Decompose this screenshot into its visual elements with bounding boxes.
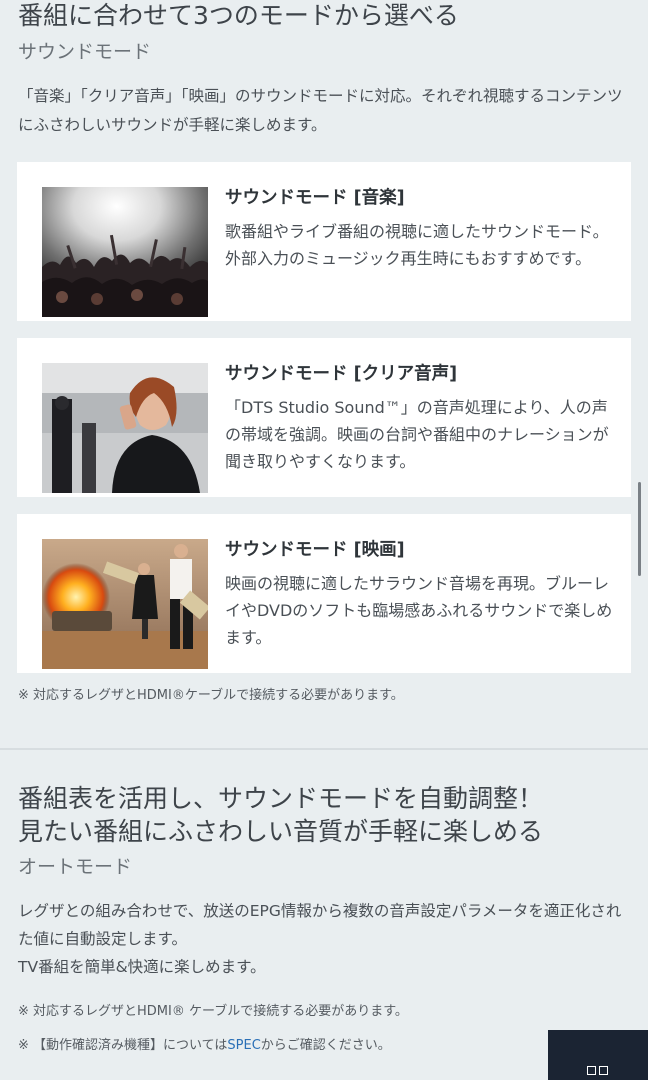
spec-link[interactable]: SPEC bbox=[227, 1038, 260, 1053]
explosion-scene-image bbox=[42, 539, 208, 669]
scrollbar-thumb[interactable] bbox=[638, 482, 641, 576]
card-title: サウンドモード [映画] bbox=[225, 540, 405, 560]
auto-mode-description: レグザとの組み合わせで、放送のEPG情報から複数の音声設定パラメータを適正化され… bbox=[18, 897, 630, 981]
floating-menu-button[interactable] bbox=[548, 1030, 648, 1080]
card-description: 映画の視聴に適したサラウンド音場を再現。ブルーレイやDVDのソフトも臨場感あふれ… bbox=[225, 574, 613, 647]
verified-models-note-prefix: ※ 【動作確認済み機種】については bbox=[18, 1038, 228, 1053]
grid-icon bbox=[587, 1066, 596, 1075]
sound-mode-card-clear-voice: サウンドモード [クリア音声] 「DTS Studio Sound™」の音声処理… bbox=[17, 338, 631, 497]
auto-mode-subtitle: オートモード bbox=[18, 856, 133, 878]
concert-crowd-image bbox=[42, 187, 208, 317]
auto-mode-description-line2: TV番組を簡単&快適に楽しめます。 bbox=[18, 958, 266, 976]
woman-on-phone-image bbox=[42, 363, 208, 493]
card-title: サウンドモード [音楽] bbox=[225, 188, 405, 208]
auto-mode-title-line1: 番組表を活用し、サウンドモードを自動調整！ bbox=[18, 784, 544, 813]
verified-models-note-suffix: からご確認ください。 bbox=[260, 1038, 391, 1053]
card-title: サウンドモード [クリア音声] bbox=[225, 364, 458, 384]
section-subtitle: サウンドモード bbox=[18, 41, 152, 63]
auto-mode-title-line2: 見たい番組にふさわしい音質が手軽に楽しめる bbox=[18, 817, 544, 846]
auto-mode-description-line1: レグザとの組み合わせで、放送のEPG情報から複数の音声設定パラメータを適正化され… bbox=[18, 902, 622, 948]
verified-models-note: ※ 【動作確認済み機種】についてはSPECからご確認ください。 bbox=[18, 1034, 391, 1053]
sound-mode-card-movie: サウンドモード [映画] 映画の視聴に適したサラウンド音場を再現。ブルーレイやD… bbox=[17, 514, 631, 673]
sound-mode-card-music: サウンドモード [音楽] 歌番組やライブ番組の視聴に適したサウンドモード。外部入… bbox=[17, 162, 631, 321]
section-intro: 「音楽」「クリア音声」「映画」のサウンドモードに対応。それぞれ視聴するコンテンツ… bbox=[18, 87, 623, 134]
section-title: 番組に合わせて3つのモードから選べる bbox=[18, 1, 459, 30]
hdmi-note-auto: ※ 対応するレグザとHDMI® ケーブルで接続する必要があります。 bbox=[18, 1004, 408, 1019]
card-description: 歌番組やライブ番組の視聴に適したサウンドモード。外部入力のミュージック再生時にも… bbox=[225, 222, 609, 268]
grid-icon bbox=[599, 1066, 608, 1075]
auto-mode-title: 番組表を活用し、サウンドモードを自動調整！ 見たい番組にふさわしい音質が手軽に楽… bbox=[18, 782, 543, 848]
section-divider bbox=[0, 748, 648, 750]
card-description: 「DTS Studio Sound™」の音声処理により、人の声の帯域を強調。映画… bbox=[225, 398, 609, 471]
hdmi-note: ※ 対応するレグザとHDMI®ケーブルで接続する必要があります。 bbox=[18, 688, 404, 703]
sound-mode-section: 番組に合わせて3つのモードから選べる サウンドモード 「音楽」「クリア音声」「映… bbox=[0, 0, 648, 748]
